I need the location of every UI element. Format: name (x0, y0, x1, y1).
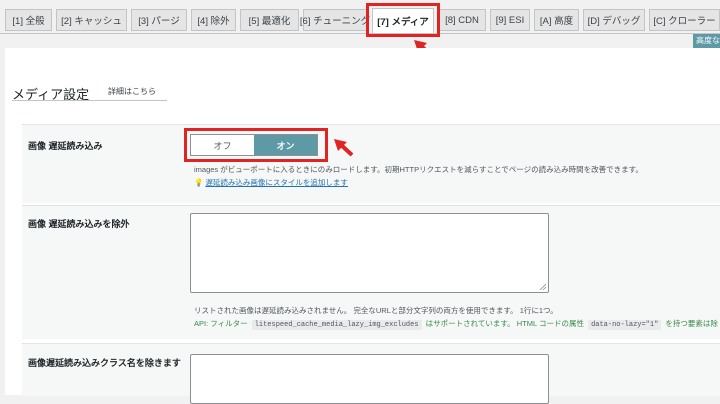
resize-grip-icon[interactable] (539, 283, 546, 290)
add-style-link[interactable]: 遅延読み込み画像にスタイルを追加します (205, 178, 348, 187)
lazyload-description: images がビューポートに入るときにのみロードします。初期HTTPリクエスト… (194, 165, 643, 174)
class-exclude-textarea[interactable] (190, 354, 549, 404)
api-attr-code: data-no-lazy="1" (588, 320, 662, 330)
details-link[interactable]: 詳細はこちら (108, 86, 156, 97)
exclude-description: リストされた画像は遅延読み込みされません。 完全なURLと部分文字列の両方を使用… (194, 306, 558, 315)
tab-bar: [1] 全般 [2] キャッシュ [3] パージ [4] 除外 [5] 最適化 … (0, 0, 720, 34)
toggle-highlight-box (184, 128, 328, 162)
tab-divider (0, 33, 720, 34)
advanced-view-button[interactable]: 高度な (693, 34, 720, 48)
tab-advanced[interactable]: [A] 高度 (534, 9, 579, 31)
api-middle: はサポートされています。 HTML コードの属性 (425, 319, 584, 328)
tab-optimize[interactable]: [5] 最適化 (240, 9, 299, 31)
exclude-textarea[interactable] (190, 213, 549, 293)
arrow-pointer-icon (334, 139, 354, 157)
exclude-label: 画像 遅延読み込みを除外 (28, 219, 130, 229)
tab-purge[interactable]: [3] パージ (131, 9, 187, 31)
tab-tuning[interactable]: [6] チューニング (300, 9, 370, 31)
lazyload-label: 画像 遅延読み込み (28, 141, 103, 151)
lightbulb-icon: 💡 (194, 178, 204, 187)
api-note: API: フィルター litespeed_cache_media_lazy_im… (194, 318, 718, 330)
class-exclude-label: 画像遅延読み込みクラス名を除きます (28, 358, 181, 368)
section-title-underline (12, 100, 167, 101)
tab-crawler[interactable]: [C] クローラー (649, 9, 720, 31)
tab-cache[interactable]: [2] キャッシュ (56, 9, 127, 31)
style-link-row: 💡 遅延読み込み画像にスタイルを追加します (194, 177, 348, 188)
tab-general[interactable]: [1] 全般 (5, 9, 52, 31)
api-filter-code: litespeed_cache_media_lazy_img_excludes (251, 320, 422, 330)
tab-exclude[interactable]: [4] 除外 (191, 9, 236, 31)
tab-esi[interactable]: [9] ESI (490, 9, 530, 31)
api-prefix: API: フィルター (194, 319, 248, 328)
tab-highlight-box (366, 3, 440, 37)
tab-debug[interactable]: [D] デバッグ (583, 9, 645, 31)
api-suffix: を持つ要素は除 (665, 319, 718, 328)
tab-cdn[interactable]: [8] CDN (438, 9, 486, 31)
